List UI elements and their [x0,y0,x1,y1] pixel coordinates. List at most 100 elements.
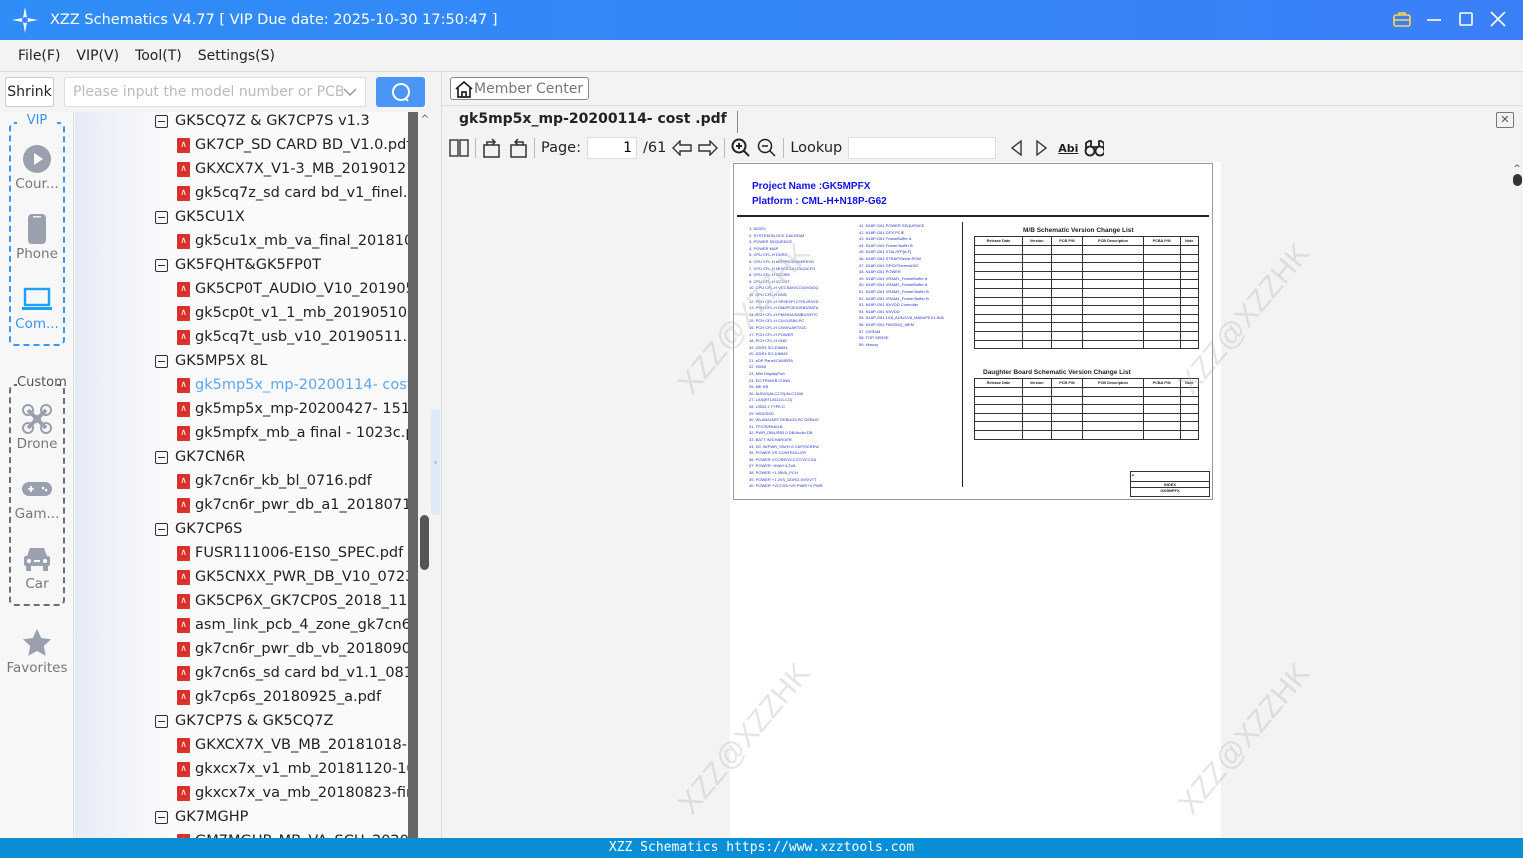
nav-item-courses[interactable]: Cour... [0,144,74,192]
index-entry: 39. POWER +1.2VS_DDR/2.5VS/VTT [749,476,817,482]
page-number-input[interactable] [587,137,637,159]
close-tabs-icon[interactable]: ✕ [1496,112,1514,128]
drone-icon [0,404,74,434]
table-cell [1050,421,1084,431]
search-button[interactable] [376,77,425,107]
tree-file[interactable]: ∧ GK5CP0T_AUDIO_V10_20190514 [177,277,408,301]
tree-file[interactable]: ∧ GK7CP_SD CARD BD_V1.0.pdf [177,133,408,157]
nav-item-computer[interactable]: Com... [0,284,74,332]
member-center-button[interactable]: Member Center [450,77,590,100]
tree-file[interactable]: ∧ gk7cp6s_20180925_a.pdf [177,685,381,709]
tree-file[interactable]: ∧ gk5mp5x_mp-20200427- 1510fi [177,397,408,421]
scroll-up-icon[interactable]: ^ [418,114,432,125]
tree-item-label: GK5MP5X 8L [175,353,268,369]
menu-file[interactable]: File(F) [18,48,60,64]
shrink-button[interactable]: Shrink [5,77,54,107]
tree-file[interactable]: ∧ gk5cu1x_mb_va_final_20181026 [177,229,408,253]
nav-item-favorites[interactable]: Favorites [0,628,74,676]
table-cell [974,330,1023,341]
tree-file[interactable]: ∧ GKXCX7X_V1-3_MB_20190121-F [177,157,408,181]
tree-file[interactable]: ∧ FUSR111006-E1S0_SPEC.pdf [177,541,403,565]
index-entry: 40. POWER +VCCIO/+VS PWR/+V PWR [749,483,823,489]
tree-file[interactable]: ∧ gk5cq7t_usb_v10_20190511.pdf [177,325,408,349]
collapse-icon[interactable] [155,714,168,728]
viewer-scrollbar-thumb[interactable] [1512,174,1522,186]
pdf-file-icon: ∧ [177,665,190,681]
index-entry: 1. INDEX [749,226,766,231]
table-cell [1050,313,1084,324]
vip-bag-icon[interactable] [1391,8,1413,30]
tree-file[interactable]: ∧ gk7cn6r_pwr_db_vb_20180905 [177,637,408,661]
tree-file[interactable]: ∧GM7MGHP_MB_VA_SCH_20200 [177,829,408,838]
chevron-down-icon[interactable] [343,87,357,97]
nav-item-games[interactable]: Gam... [0,474,74,522]
model-search-box [64,77,366,107]
tree-file[interactable]: ∧ asm_link_pcb_4_zone_gk7cn6r_ [177,613,408,637]
collapse-icon[interactable] [155,522,168,536]
tree-file[interactable]: ∧ gk7cn6r_kb_bl_0716.pdf [177,469,372,493]
collapse-icon[interactable] [155,450,168,464]
close-button[interactable] [1487,8,1509,30]
document-tab[interactable]: gk5mp5x_mp-20200114- cost .pdf [459,111,738,133]
tree-folder[interactable]: GK7CN6R [155,445,245,469]
nav-item-phone[interactable]: Phone [0,214,74,262]
tree-folder[interactable]: GK5FQHT&GK5FP0T [155,253,321,277]
table-cell [1021,279,1052,289]
pdf-file-icon: ∧ [177,329,190,345]
collapse-icon[interactable] [155,354,168,368]
tree-scrollbar-thumb[interactable] [420,515,429,570]
tree-file[interactable]: ∧ gkxcx7x_va_mb_20180823-final. [177,781,408,805]
rotate-left-icon[interactable] [482,138,502,158]
collapse-icon[interactable] [155,210,168,224]
next-page-arrow-icon[interactable] [698,138,719,158]
tree-file[interactable]: ∧ gk5mp5x_mp-20200114- cost .pdf [177,373,408,397]
collapse-icon[interactable] [155,258,168,272]
table-cell [974,429,1023,440]
collapse-icon[interactable] [155,810,168,824]
tree-file[interactable]: ∧ GK5CNXX_PWR_DB_V10_0723_1 [177,565,408,589]
tree-file[interactable]: ∧ gk5cq7z_sd card bd_v1_finel.pdf [177,181,408,205]
tree-folder[interactable]: GK7CP7S & GK5CQ7Z [155,709,333,733]
binoculars-icon[interactable] [1084,138,1105,158]
nav-item-drone[interactable]: Drone [0,404,74,452]
zoom-out-icon[interactable] [757,138,777,158]
tree-item-label: gk5cu1x_mb_va_final_20181026 [195,233,408,249]
menu-tool[interactable]: Tool(T) [135,48,182,64]
tree-splitter[interactable] [408,112,418,838]
tree-file[interactable]: ∧ gk5mpfx_mb_a final - 1023c.pdf [177,421,408,445]
tree-folder[interactable]: GK7MGHP [155,805,248,829]
previous-page-arrow-icon[interactable] [672,138,693,158]
find-next-icon[interactable] [1032,138,1052,158]
tree-file[interactable]: ∧ GK5CP6X_GK7CP0S_2018_1121.p [177,589,408,613]
table-cell [1179,313,1200,324]
match-case-icon[interactable]: Abi [1058,142,1078,155]
index-entry: 45. N18P-G61 XTAL/IFP[A,F] [859,249,912,255]
model-search-input[interactable] [73,84,343,100]
collapse-panel-handle[interactable]: ‹ [431,410,440,515]
tree-folder[interactable]: GK5CQ7Z & GK7CP7S v1.3 [155,112,370,133]
tree-file[interactable]: ∧ gk5cp0t_v1_1_mb_20190510.pdf [177,301,408,325]
tree-folder[interactable]: GK5CU1X [155,205,245,229]
index-entry: 30. WLAN/UART DEBUG/LPC DEBUG [749,417,819,423]
viewer-scrollbar[interactable]: ^ [1511,164,1523,838]
collapse-icon[interactable] [155,114,168,128]
tree-file[interactable]: ∧ gkxcx7x_v1_mb_20181120-1000 [177,757,408,781]
minimize-button[interactable] [1423,8,1445,30]
tree-scrollbar[interactable]: ^ [418,112,432,838]
tree-folder[interactable]: GK5MP5X 8L [155,349,267,373]
find-previous-icon[interactable] [1006,138,1026,158]
tree-folder[interactable]: GK7CP6S [155,517,242,541]
nav-item-car[interactable]: Car [0,544,74,592]
menu-vip[interactable]: VIP(V) [76,48,119,64]
rotate-right-icon[interactable] [508,138,528,158]
two-page-icon[interactable] [449,138,469,158]
tree-file[interactable]: ∧ GKXCX7X_VB_MB_20181018-230 [177,733,408,757]
lookup-input[interactable] [848,137,997,159]
zoom-in-icon[interactable] [731,138,751,158]
menu-settings[interactable]: Settings(S) [198,48,275,64]
pdf-file-icon: ∧ [177,689,190,705]
tree-file[interactable]: ∧ gk7cn6r_pwr_db_a1_20180712.p [177,493,408,517]
pdf-viewer: Member Center gk5mp5x_mp-20200114- cost … [441,72,1523,838]
tree-file[interactable]: ∧ gk7cn6s_sd card bd_v1.1_0814.p [177,661,408,685]
maximize-button[interactable] [1455,8,1477,30]
